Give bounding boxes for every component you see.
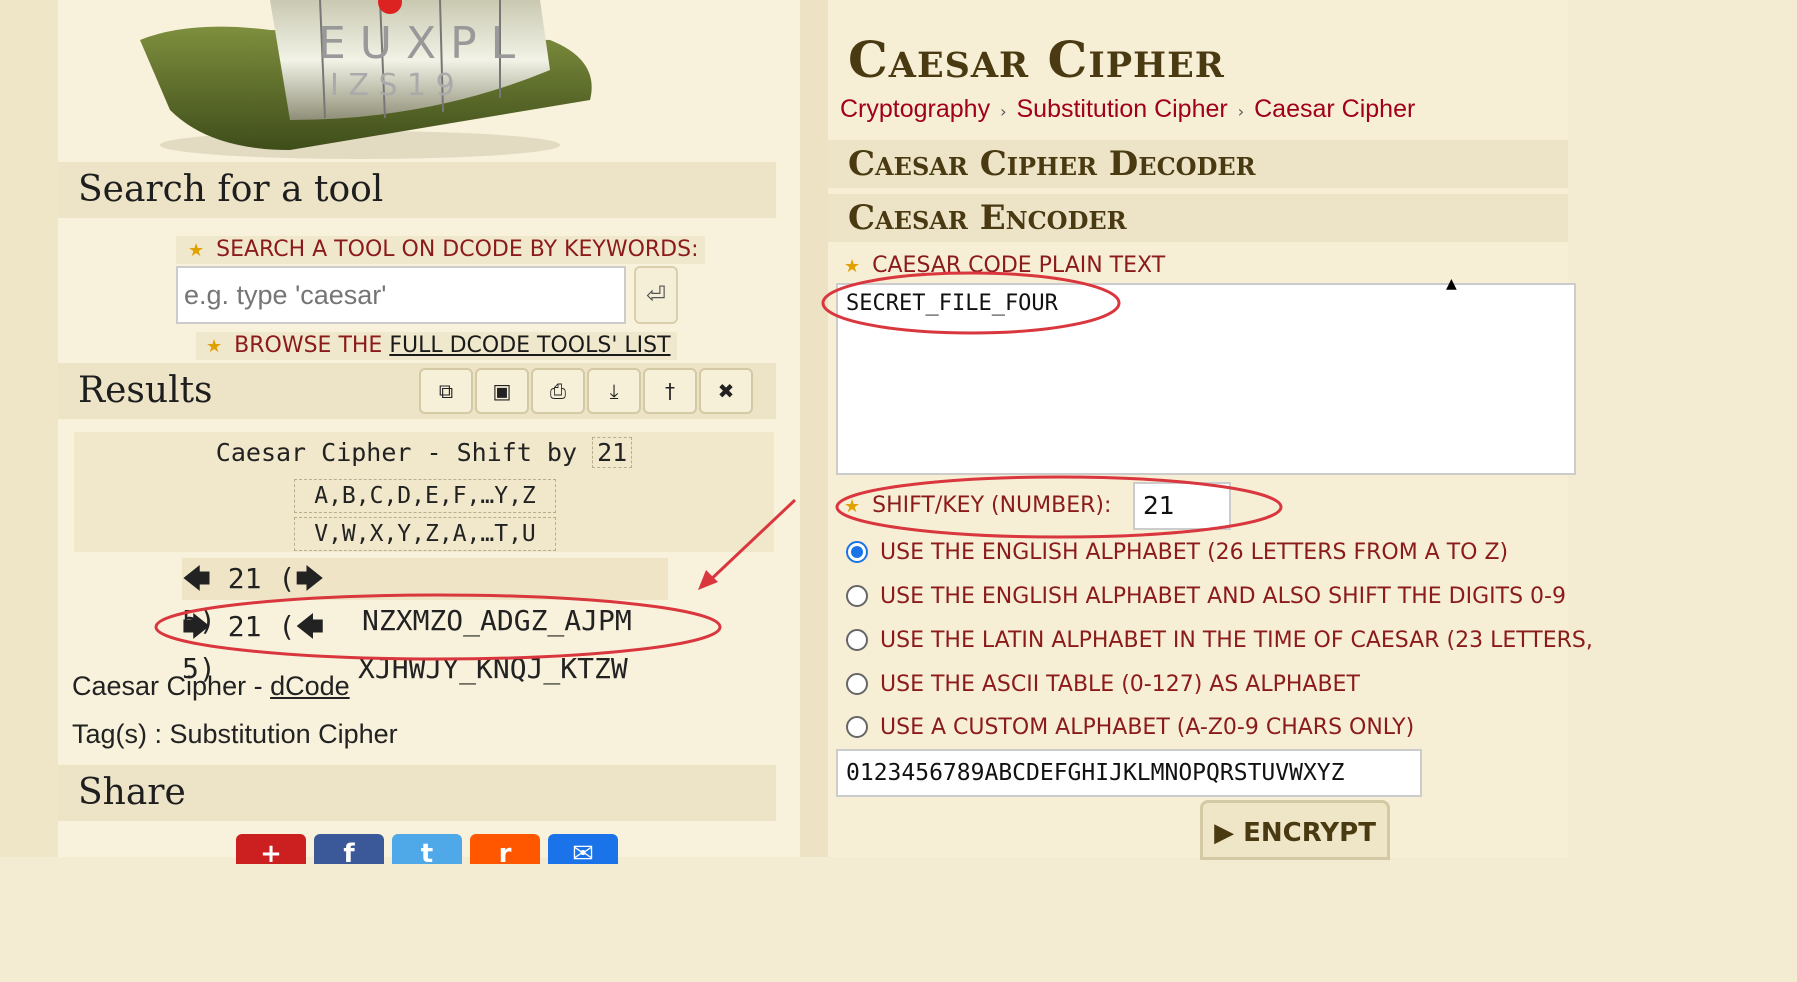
star-icon: ★ xyxy=(188,240,205,261)
share-section-title: Share xyxy=(58,765,776,821)
result-heading: Caesar Cipher - Shift by 21 xyxy=(74,436,774,470)
cipher-alphabet: V,W,X,Y,Z,A,…T,U xyxy=(294,517,556,551)
copy-icon: ⧉ xyxy=(438,379,454,403)
reddit-icon: r xyxy=(498,839,512,864)
share-more-button[interactable]: + xyxy=(236,834,306,864)
tags-line: Tag(s) : Substitution Cipher xyxy=(72,719,398,749)
plain-alphabet: A,B,C,D,E,F,…Y,Z xyxy=(294,479,556,513)
star-icon: ★ xyxy=(206,336,223,357)
close-results-button[interactable]: ✖ xyxy=(699,368,753,414)
share-buttons: + f t r ✉ xyxy=(236,834,618,864)
breadcrumb-caesar-cipher[interactable]: Caesar Cipher xyxy=(1254,95,1415,123)
result-row[interactable]: 🡄 21 (🡆 5) NZXMZO_ADGZ_AJPM xyxy=(182,558,668,637)
search-label: ★ SEARCH A TOOL ON DCODE BY KEYWORDS: xyxy=(176,236,705,264)
pin-icon: † xyxy=(665,379,675,403)
close-icon: ✖ xyxy=(717,379,735,403)
result-row[interactable]: 🡆 21 (🡄 5) XJHWJY_KNQJ_KTZW xyxy=(182,606,668,685)
star-icon: ★ xyxy=(844,496,861,517)
svg-text:E U X P L: E U X P L xyxy=(318,18,516,69)
download-button[interactable]: ⤓ xyxy=(587,368,641,414)
pin-button[interactable]: † xyxy=(643,368,697,414)
plus-icon: + xyxy=(260,839,282,864)
radio-selected[interactable] xyxy=(846,541,868,563)
full-tools-list-link[interactable]: FULL DCODE TOOLS' LIST xyxy=(389,333,670,358)
twitter-icon: t xyxy=(420,839,434,864)
plain-text-input[interactable]: SECRET_FILE_FOUR xyxy=(836,283,1576,475)
email-icon: ✉ xyxy=(572,839,594,864)
credit-line: Caesar Cipher - dCode xyxy=(72,671,350,701)
save-button[interactable]: ▣ xyxy=(475,368,529,414)
print-button[interactable]: ⎙ xyxy=(531,368,585,414)
download-icon: ⤓ xyxy=(609,379,619,403)
share-facebook-button[interactable]: f xyxy=(314,834,384,864)
share-email-button[interactable]: ✉ xyxy=(548,834,618,864)
custom-alphabet-input[interactable]: 0123456789ABCDEFGHIJKLMNOPQRSTUVWXYZ xyxy=(836,749,1422,797)
chevron-right-icon: › xyxy=(1000,102,1007,121)
svg-text:I Z S 1 9: I Z S 1 9 xyxy=(330,68,455,103)
decoder-section-title[interactable]: Caesar Cipher Decoder xyxy=(828,140,1568,188)
result-shift-value: 21 xyxy=(592,437,633,468)
alphabet-option-latin[interactable]: USE THE LATIN ALPHABET IN THE TIME OF CA… xyxy=(846,623,1593,657)
dcode-link[interactable]: dCode xyxy=(270,671,350,701)
page-title: Caesar Cipher xyxy=(848,30,1225,89)
alphabet-option-custom[interactable]: USE A CUSTOM ALPHABET (A-Z0-9 CHARS ONLY… xyxy=(846,710,1414,744)
share-twitter-button[interactable]: t xyxy=(392,834,462,864)
alphabet-option-english-digits[interactable]: USE THE ENGLISH ALPHABET AND ALSO SHIFT … xyxy=(846,579,1566,613)
shift-input[interactable]: 21 xyxy=(1133,482,1231,530)
radio[interactable] xyxy=(846,629,868,651)
alphabet-option-ascii[interactable]: USE THE ASCII TABLE (0-127) AS ALPHABET xyxy=(846,667,1360,701)
facebook-icon: f xyxy=(343,839,355,864)
encrypt-button[interactable]: ▶ ENCRYPT xyxy=(1200,800,1390,860)
copy-button[interactable]: ⧉ xyxy=(419,368,473,414)
star-icon: ★ xyxy=(844,256,861,277)
encoder-section-title[interactable]: Caesar Encoder xyxy=(828,194,1568,242)
breadcrumb: Cryptography › Substitution Cipher › Caesar … xyxy=(840,92,1415,129)
plain-text-label: ★ CAESAR CODE PLAIN TEXT xyxy=(844,253,1166,278)
alphabet-option-english[interactable]: USE THE ENGLISH ALPHABET (26 LETTERS FRO… xyxy=(846,535,1508,569)
chevron-right-icon: › xyxy=(1237,102,1245,121)
search-submit-button[interactable]: ⏎ xyxy=(634,266,678,324)
radio[interactable] xyxy=(846,585,868,607)
print-icon: ⎙ xyxy=(550,379,566,403)
search-section-title: Search for a tool xyxy=(58,162,776,218)
results-toolbar: ⧉ ▣ ⎙ ⤓ † ✖ xyxy=(419,368,753,416)
breadcrumb-cryptography[interactable]: Cryptography xyxy=(840,95,990,123)
mouse-cursor-icon: ▲ xyxy=(1446,276,1457,292)
search-input[interactable] xyxy=(176,266,626,324)
share-reddit-button[interactable]: r xyxy=(470,834,540,864)
shift-label: ★ SHIFT/KEY (NUMBER): xyxy=(844,493,1112,518)
breadcrumb-substitution-cipher[interactable]: Substitution Cipher xyxy=(1016,95,1227,123)
result-output: XJHWJY_KNQJ_KTZW xyxy=(358,652,628,685)
radio[interactable] xyxy=(846,716,868,738)
browse-tools-line: ★ BROWSE THE FULL DCODE TOOLS' LIST xyxy=(196,332,677,360)
radio[interactable] xyxy=(846,673,868,695)
enter-icon: ⏎ xyxy=(645,281,667,309)
save-icon: ▣ xyxy=(492,379,512,403)
cryptex-logo-image: E U X P L I Z S 1 9 xyxy=(140,0,592,159)
